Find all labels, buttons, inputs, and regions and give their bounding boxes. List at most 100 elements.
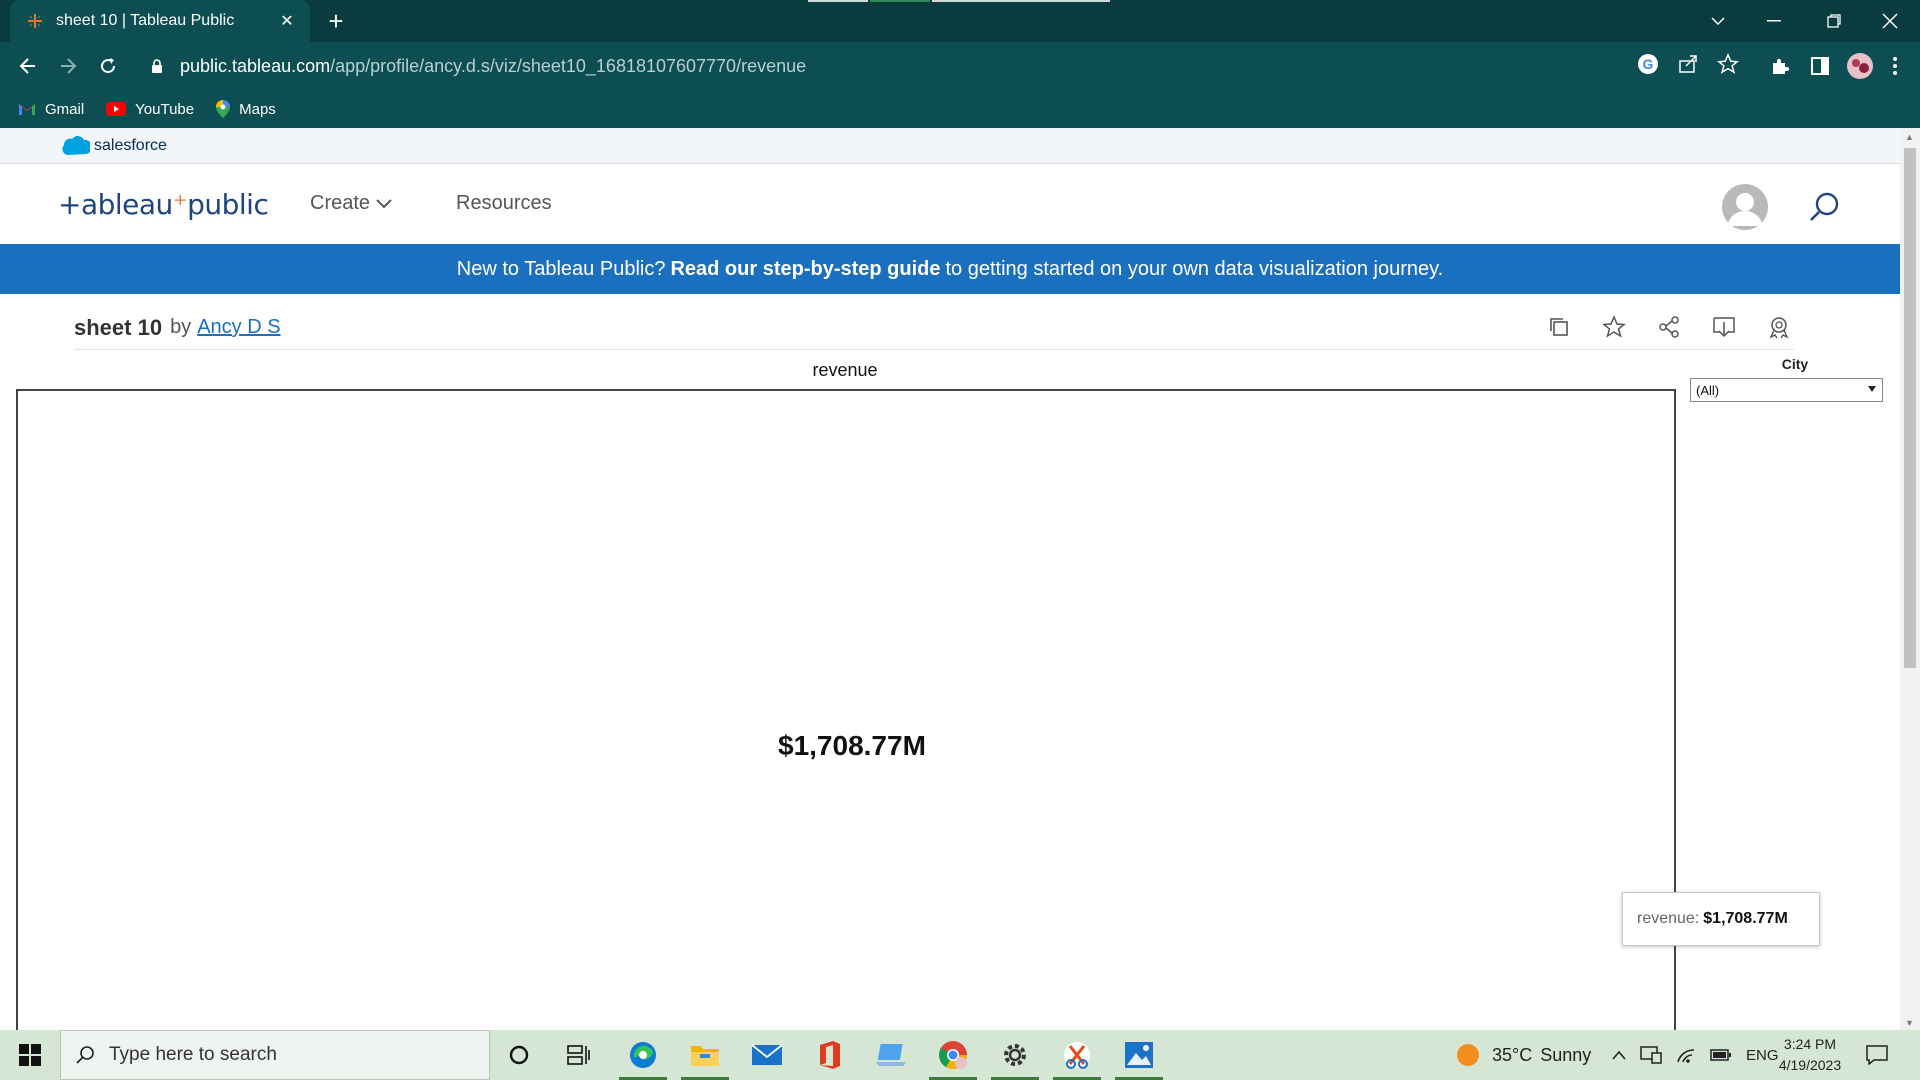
browser-toolbar: public.tableau.com/app/profile/ancy.d.s/… — [0, 42, 1920, 90]
tab-search-chevron-icon[interactable] — [1690, 0, 1746, 42]
taskbar-search-box[interactable]: Type here to search — [60, 1030, 490, 1080]
salesforce-bar: salesforce — [0, 128, 1900, 164]
bookmark-maps[interactable]: Maps — [216, 100, 276, 118]
windows-start-icon[interactable] — [0, 1030, 60, 1080]
search-icon[interactable] — [1808, 190, 1842, 224]
profile-avatar-icon[interactable] — [1840, 52, 1880, 80]
browser-tab-strip: sheet 10 | Tableau Public ✕ + — [0, 0, 1920, 42]
logo-sparkle: ⁺ — [172, 188, 188, 221]
copy-icon[interactable] — [1544, 312, 1574, 342]
office-icon[interactable] — [800, 1030, 858, 1080]
bookmark-gmail[interactable]: Gmail — [18, 101, 84, 118]
browser-menu-kebab-icon[interactable] — [1880, 57, 1910, 75]
restore-window-icon[interactable] — [1806, 0, 1862, 42]
bookmark-label: Gmail — [45, 100, 85, 118]
battery-icon[interactable] — [1710, 1049, 1732, 1061]
scrollbar-thumb[interactable] — [1904, 148, 1916, 668]
windows-taskbar: Type here to search 35°C Sunny ENG 3:24 … — [0, 1030, 1920, 1080]
user-avatar-icon[interactable] — [1722, 184, 1768, 230]
city-filter-title: City — [1781, 356, 1809, 372]
scroll-up-arrow-icon[interactable]: ▲ — [1905, 132, 1914, 142]
sheet-title: sheet 10 — [74, 314, 163, 340]
tableau-favicon-icon — [26, 12, 44, 30]
taskbar-clock[interactable]: 3:24 PM 4/19/2023 — [1770, 1034, 1850, 1076]
by-label: by — [170, 316, 192, 338]
salesforce-logo[interactable]: salesforce — [60, 135, 167, 157]
salesforce-cloud-icon — [62, 135, 90, 155]
cortana-icon[interactable] — [490, 1030, 548, 1080]
weather-temp: 35°C — [1492, 1044, 1533, 1065]
tab-strip-marker — [870, 0, 930, 2]
google-icon[interactable]: G — [1637, 53, 1659, 80]
worksheet-title: revenue — [812, 360, 878, 380]
logo-wordmark-suffix: public — [187, 188, 269, 221]
wifi-icon[interactable] — [1676, 1046, 1696, 1064]
file-explorer-icon[interactable] — [676, 1030, 734, 1080]
favorite-star-icon[interactable] — [1599, 312, 1629, 342]
tab-strip-marker — [808, 0, 868, 2]
clock-time: 3:24 PM — [1783, 1036, 1837, 1052]
web-page: salesforce +ableau⁺public Create Resourc… — [0, 128, 1900, 1030]
revenue-tooltip: revenue: $1,708.77M — [1622, 892, 1820, 946]
getting-started-banner: New to Tableau Public? Read our step-by-… — [0, 244, 1900, 294]
notifications-icon[interactable] — [1866, 1030, 1888, 1080]
taskbar-search-placeholder: Type here to search — [109, 1044, 277, 1065]
badge-award-icon[interactable] — [1764, 312, 1794, 342]
search-icon — [76, 1046, 94, 1064]
browser-tab-active[interactable]: sheet 10 | Tableau Public ✕ — [10, 0, 310, 42]
worksheet-canvas[interactable]: $1,708.77M — [16, 389, 1676, 1030]
url-text: public.tableau.com/app/profile/ancy.d.s/… — [180, 56, 806, 77]
tableau-public-logo[interactable]: +ableau⁺public — [58, 188, 269, 221]
banner-guide-link[interactable]: Read our step-by-step guide — [670, 258, 940, 281]
banner-text-end: to getting started on your own data visu… — [945, 257, 1444, 280]
tab-close-icon[interactable]: ✕ — [276, 10, 298, 32]
tab-strip-marker — [932, 0, 1110, 2]
weather-condition: Sunny — [1540, 1044, 1592, 1065]
gmail-icon — [19, 104, 35, 115]
forward-arrow-icon[interactable] — [52, 50, 84, 82]
scroll-down-arrow-icon[interactable]: ▼ — [1905, 1018, 1914, 1028]
share-icon[interactable] — [1677, 53, 1699, 80]
mail-icon[interactable] — [738, 1030, 796, 1080]
minimize-icon[interactable] — [1746, 0, 1802, 42]
edge-browser-icon[interactable] — [614, 1030, 672, 1080]
back-arrow-icon[interactable] — [12, 50, 44, 82]
logo-wordmark: +ableau — [58, 188, 173, 221]
bookmark-star-icon[interactable] — [1716, 52, 1740, 80]
laptop-device-icon[interactable] — [862, 1030, 920, 1080]
maps-icon — [216, 100, 231, 118]
chevron-up-icon[interactable] — [1612, 1050, 1626, 1060]
device-icon[interactable] — [1640, 1046, 1662, 1064]
city-filter-dropdown[interactable]: (All) — [1690, 378, 1883, 402]
bookmark-youtube[interactable]: YouTube — [106, 101, 194, 118]
photos-icon[interactable] — [1110, 1030, 1168, 1080]
chevron-down-icon — [376, 198, 392, 208]
download-icon[interactable] — [1709, 312, 1739, 342]
author-link[interactable]: Ancy D S — [197, 316, 280, 339]
address-bar[interactable]: public.tableau.com/app/profile/ancy.d.s/… — [140, 46, 1745, 86]
youtube-icon — [106, 102, 127, 116]
sun-icon — [1457, 1044, 1479, 1066]
revenue-kpi-value[interactable]: $1,708.77M — [778, 730, 926, 762]
nav-create[interactable]: Create — [310, 192, 392, 215]
tableau-header: +ableau⁺public Create Resources — [0, 164, 1900, 244]
reload-icon[interactable] — [92, 50, 124, 82]
banner-text: New to Tableau Public? — [456, 257, 666, 280]
settings-gear-icon[interactable] — [986, 1030, 1044, 1080]
new-tab-plus-icon[interactable]: + — [322, 8, 350, 36]
weather-widget[interactable]: 35°C Sunny — [1456, 1030, 1591, 1080]
tab-title: sheet 10 | Tableau Public — [56, 12, 235, 29]
lock-icon — [150, 58, 166, 74]
side-panel-icon[interactable] — [1800, 57, 1840, 75]
system-tray: ENG — [1612, 1030, 1779, 1080]
nav-create-label: Create — [310, 192, 371, 214]
page-scrollbar[interactable]: ▲ ▼ — [1900, 128, 1920, 1030]
chrome-icon[interactable] — [924, 1030, 982, 1080]
task-view-icon[interactable] — [550, 1030, 608, 1080]
nav-resources-label: Resources — [456, 192, 552, 214]
snipping-tool-icon[interactable] — [1048, 1030, 1106, 1080]
nav-resources[interactable]: Resources — [456, 192, 552, 215]
share-nodes-icon[interactable] — [1654, 312, 1684, 342]
extensions-puzzle-icon[interactable] — [1760, 56, 1800, 76]
close-window-icon[interactable] — [1862, 0, 1918, 42]
